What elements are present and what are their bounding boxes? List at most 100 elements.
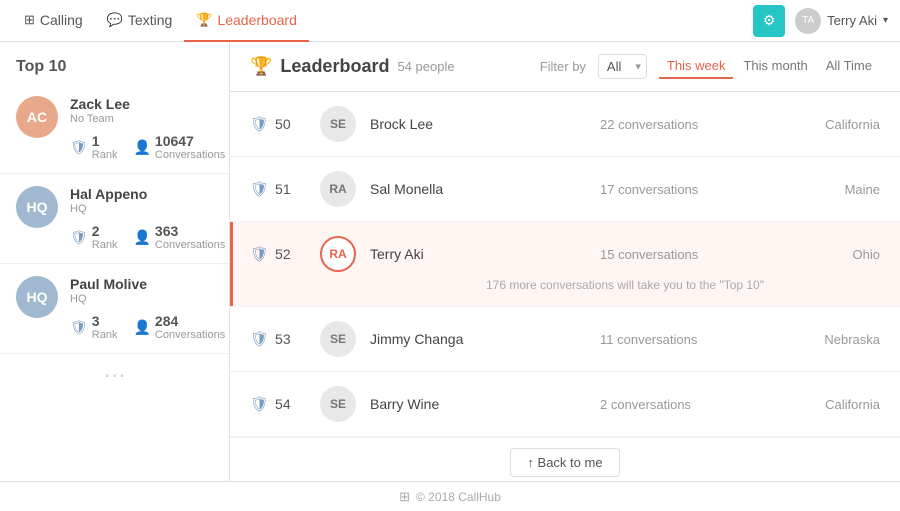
- sidebar: Top 10 AC Zack Lee No Team 🛡 1 Rank 👤: [0, 42, 230, 481]
- rank-cell: 🛡 50: [250, 115, 320, 133]
- table-row: 🛡 54 SE Barry Wine 2 conversations Calif…: [230, 372, 900, 437]
- content-area: 🏆 Leaderboard 54 people Filter by All ▾ …: [230, 42, 900, 481]
- rank-cell: 🛡 51: [250, 180, 320, 198]
- trophy-icon: 🏆: [196, 12, 212, 28]
- conv-stat: 👤 363 Conversations: [133, 223, 225, 251]
- avatar-cell: SE: [320, 106, 370, 142]
- member-stats: 🛡 2 Rank 👤 363 Conversations: [70, 223, 225, 251]
- conv-cell: 17 conversations: [600, 182, 760, 197]
- member-team: HQ: [70, 293, 225, 305]
- time-filter-this-month[interactable]: This month: [735, 54, 815, 79]
- member-info: Paul Molive HQ 🛡 3 Rank 👤 284: [70, 276, 225, 341]
- user-menu[interactable]: TA Terry Aki ▾: [795, 8, 888, 34]
- rank-num: 1: [92, 133, 100, 149]
- shield-icon: 🛡: [250, 330, 269, 348]
- nav-item-calling[interactable]: ⊞ Calling: [12, 0, 95, 42]
- rank-cell: 🛡 53: [250, 330, 320, 348]
- highlight-message: 176 more conversations will take you to …: [250, 278, 880, 292]
- footer: ⊞ © 2018 CallHub: [0, 481, 900, 511]
- copyright: © 2018 CallHub: [416, 490, 501, 504]
- shield-icon: 🛡: [250, 395, 269, 413]
- main-layout: Top 10 AC Zack Lee No Team 🛡 1 Rank 👤: [0, 42, 900, 481]
- conv-label: Conversations: [155, 329, 225, 341]
- member-stats: 🛡 3 Rank 👤 284 Conversations: [70, 313, 225, 341]
- settings-button[interactable]: ⚙: [753, 5, 785, 37]
- nav-item-leaderboard[interactable]: 🏆 Leaderboard: [184, 0, 309, 42]
- rank-icon: 🛡: [70, 229, 88, 246]
- sidebar-item: HQ Paul Molive HQ 🛡 3 Rank 👤: [0, 264, 229, 354]
- rank-stat: 🛡 2 Rank: [70, 223, 117, 251]
- rank-cell: 🛡 54: [250, 395, 320, 413]
- conv-stat: 👤 10647 Conversations: [133, 133, 225, 161]
- rank-label: Rank: [92, 329, 118, 341]
- filter-select[interactable]: All: [598, 54, 647, 79]
- sidebar-item: AC Zack Lee No Team 🛡 1 Rank 👤: [0, 84, 229, 174]
- top-nav: ⊞ Calling 💬 Texting 🏆 Leaderboard ⚙ TA T…: [0, 0, 900, 42]
- location-cell: California: [760, 117, 880, 132]
- member-info: Zack Lee No Team 🛡 1 Rank 👤 10647: [70, 96, 225, 161]
- conv-num: 363: [155, 223, 178, 239]
- grid-icon: ⊞: [24, 12, 35, 28]
- back-to-me-button[interactable]: ↑ Back to me: [510, 448, 619, 477]
- header-filters: Filter by All ▾ This week This month All…: [540, 54, 880, 79]
- conv-num: 284: [155, 313, 178, 329]
- avatar-cell: SE: [320, 386, 370, 422]
- chat-icon: 💬: [107, 12, 123, 28]
- rank-icon: 🛡: [70, 319, 88, 336]
- shield-icon: 🛡: [250, 245, 269, 263]
- member-info: Hal Appeno HQ 🛡 2 Rank 👤 363: [70, 186, 225, 251]
- content-header: 🏆 Leaderboard 54 people Filter by All ▾ …: [230, 42, 900, 92]
- conv-label: Conversations: [155, 239, 225, 251]
- location-cell: California: [760, 397, 880, 412]
- conversations-icon: 👤: [133, 319, 150, 336]
- rank-num: 3: [92, 313, 100, 329]
- table-row-highlighted: 🛡 52 RA Terry Aki 15 conversations Ohio …: [230, 222, 900, 307]
- avatar-cell: SE: [320, 321, 370, 357]
- calling-label: Calling: [40, 12, 83, 28]
- location-cell: Nebraska: [760, 332, 880, 347]
- rank-number: 53: [275, 331, 291, 347]
- table-area: 🛡 50 SE Brock Lee 22 conversations Calif…: [230, 92, 900, 481]
- sidebar-header: Top 10: [0, 42, 229, 84]
- time-filter-all-time[interactable]: All Time: [818, 54, 880, 79]
- location-cell: Maine: [760, 182, 880, 197]
- rank-number: 52: [275, 246, 291, 262]
- rank-stat: 🛡 3 Rank: [70, 313, 117, 341]
- conversations-icon: 👤: [133, 139, 150, 156]
- rank-number: 54: [275, 396, 291, 412]
- sidebar-item: HQ Hal Appeno HQ 🛡 2 Rank 👤: [0, 174, 229, 264]
- row-avatar: RA: [320, 171, 356, 207]
- member-team: HQ: [70, 203, 225, 215]
- conversations-icon: 👤: [133, 229, 150, 246]
- chevron-down-icon: ▾: [883, 15, 888, 26]
- leaderboard-nav-label: Leaderboard: [217, 12, 296, 28]
- member-stats: 🛡 1 Rank 👤 10647 Conversations: [70, 133, 225, 161]
- filter-select-wrap[interactable]: All ▾: [598, 54, 647, 79]
- conv-label: Conversations: [155, 149, 225, 161]
- row-main: 🛡 52 RA Terry Aki 15 conversations Ohio: [250, 236, 880, 272]
- conv-num: 10647: [155, 133, 194, 149]
- conv-cell: 22 conversations: [600, 117, 760, 132]
- member-name: Hal Appeno: [70, 186, 225, 202]
- nav-item-texting[interactable]: 💬 Texting: [95, 0, 185, 42]
- conv-cell: 11 conversations: [600, 332, 760, 347]
- left-bar: [230, 222, 233, 306]
- name-cell: Brock Lee: [370, 116, 600, 132]
- avatar: HQ: [16, 276, 58, 318]
- trophy-icon: 🏆: [250, 56, 272, 77]
- name-cell: Barry Wine: [370, 396, 600, 412]
- conv-stat: 👤 284 Conversations: [133, 313, 225, 341]
- name-cell: Jimmy Changa: [370, 331, 600, 347]
- name-cell: Terry Aki: [370, 246, 600, 262]
- time-filter-this-week[interactable]: This week: [659, 54, 734, 79]
- location-cell: Ohio: [760, 247, 880, 262]
- avatar-cell: RA: [320, 171, 370, 207]
- rank-label: Rank: [92, 149, 118, 161]
- table-row: 🛡 51 RA Sal Monella 17 conversations Mai…: [230, 157, 900, 222]
- filter-label: Filter by: [540, 59, 586, 74]
- user-label: Terry Aki: [827, 13, 877, 28]
- avatar: HQ: [16, 186, 58, 228]
- table-row: 🛡 50 SE Brock Lee 22 conversations Calif…: [230, 92, 900, 157]
- rank-cell: 🛡 52: [250, 245, 320, 263]
- avatar: AC: [16, 96, 58, 138]
